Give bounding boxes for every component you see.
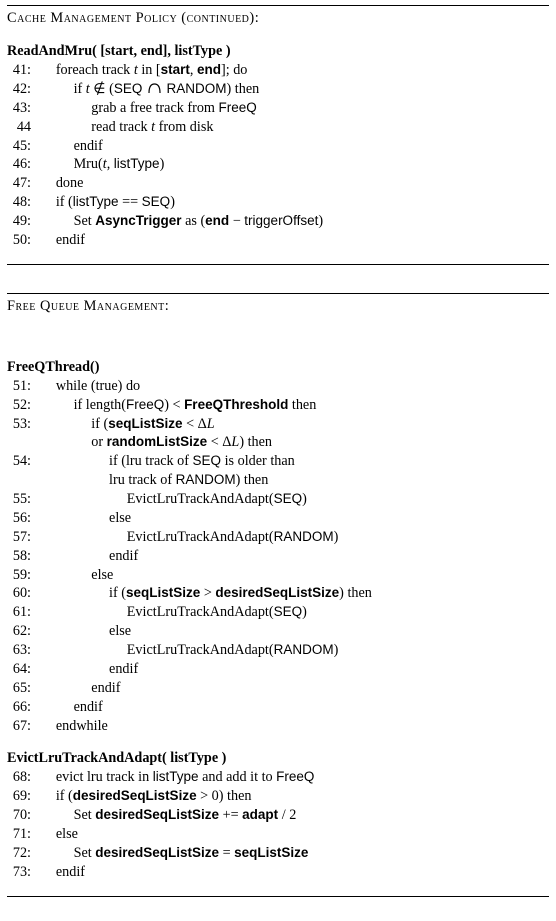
code-line: 47: done <box>7 174 549 193</box>
code-line: 72: Set desiredSeqListSize = seqListSize <box>7 844 549 863</box>
code-line: 43: grab a free track from FreeQ <box>7 99 549 118</box>
code-line: 69: if (desiredSeqListSize > 0) then <box>7 787 549 806</box>
code-line: 70: Set desiredSeqListSize += adapt / 2 <box>7 806 549 825</box>
code-line: 42: if t ∉ (SEQ RANDOM) then <box>7 80 549 99</box>
code-line: 62: else <box>7 622 549 641</box>
code-line: 46: Mru(t, listType) <box>7 155 549 174</box>
func-evictlru: EvictLruTrackAndAdapt( listType ) <box>7 749 549 768</box>
code-line: 73: endif <box>7 863 549 882</box>
code-line: 66: endif <box>7 698 549 717</box>
code-line: 60: if (seqListSize > desiredSeqListSize… <box>7 584 549 603</box>
code-block-freeqthread: 51: while (true) do52: if length(FreeQ) … <box>7 377 549 736</box>
code-line: lru track of RANDOM) then <box>7 471 549 490</box>
section-title-freeq: Free Queue Management: <box>7 297 549 316</box>
code-line: 53: if (seqListSize < ΔL <box>7 415 549 434</box>
code-line: 63: EvictLruTrackAndAdapt(RANDOM) <box>7 641 549 660</box>
code-block-evictlru: 68: evict lru track in listType and add … <box>7 768 549 881</box>
code-line: 51: while (true) do <box>7 377 549 396</box>
code-line: 45: endif <box>7 137 549 156</box>
code-line: 50: endif <box>7 231 549 250</box>
code-line: 44 read track t from disk <box>7 118 549 137</box>
section-title-cache: Cache Management Policy (continued): <box>7 9 549 28</box>
code-line: 67: endwhile <box>7 717 549 736</box>
code-line: 71: else <box>7 825 549 844</box>
func-freeqthread: FreeQThread() <box>7 358 549 377</box>
code-line: 64: endif <box>7 660 549 679</box>
code-line: 68: evict lru track in listType and add … <box>7 768 549 787</box>
code-line: 59: else <box>7 566 549 585</box>
code-line: 57: EvictLruTrackAndAdapt(RANDOM) <box>7 528 549 547</box>
code-line: 54: if (lru track of SEQ is older than <box>7 452 549 471</box>
code-line: 48: if (listType == SEQ) <box>7 193 549 212</box>
code-line: 49: Set AsyncTrigger as (end − triggerOf… <box>7 212 549 231</box>
code-line: 58: endif <box>7 547 549 566</box>
code-line: 55: EvictLruTrackAndAdapt(SEQ) <box>7 490 549 509</box>
code-line: 41: foreach track t in [start, end]; do <box>7 61 549 80</box>
code-line: 52: if length(FreeQ) < FreeQThreshold th… <box>7 396 549 415</box>
code-line: 56: else <box>7 509 549 528</box>
code-block-readandmru: 41: foreach track t in [start, end]; do4… <box>7 61 549 250</box>
code-line: 65: endif <box>7 679 549 698</box>
func-readandmru: ReadAndMru( [start, end], listType ) <box>7 42 549 61</box>
code-line: or randomListSize < ΔL) then <box>7 433 549 452</box>
code-line: 61: EvictLruTrackAndAdapt(SEQ) <box>7 603 549 622</box>
